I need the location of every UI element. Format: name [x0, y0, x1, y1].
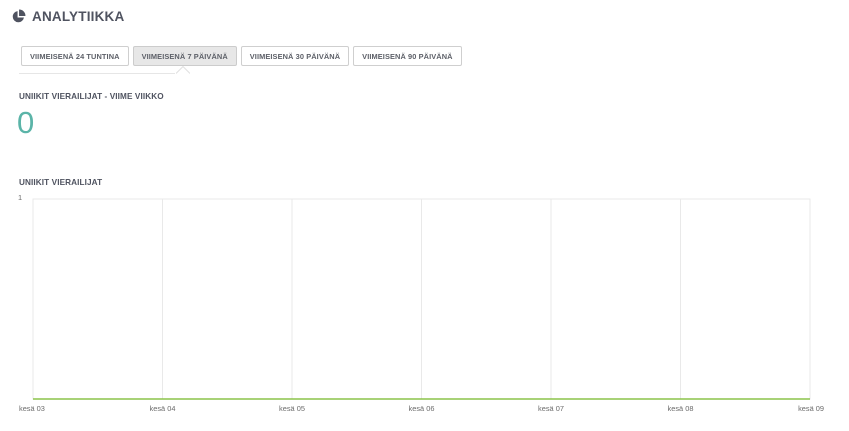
tab-30-days[interactable]: VIIMEISENÄ 30 PÄIVÄNÄ	[240, 46, 350, 66]
summary-value: 0	[17, 105, 35, 140]
x-tick-label: kesä 07	[538, 404, 564, 413]
tab-7-days[interactable]: VIIMEISENÄ 7 PÄIVÄNÄ	[132, 46, 237, 66]
chart-title: UNIIKIT VIERAILIJAT	[19, 178, 103, 187]
summary-label: UNIIKIT VIERAILIJAT - VIIME VIIKKO	[19, 92, 164, 101]
tab-24-hours[interactable]: VIIMEISENÄ 24 TUNTINA	[21, 46, 129, 66]
page-title: ANALYTIIKKA	[32, 8, 125, 24]
page-header: ANALYTIIKKA	[11, 7, 124, 25]
time-range-tabs: VIIMEISENÄ 24 TUNTINA VIIMEISENÄ 7 PÄIVÄ…	[21, 46, 466, 66]
x-tick-label: kesä 09	[798, 404, 824, 413]
x-tick-label: kesä 03	[19, 404, 45, 413]
x-tick-label: kesä 04	[150, 404, 176, 413]
x-tick-label: kesä 06	[409, 404, 435, 413]
active-tab-caret	[176, 66, 190, 74]
tab-underline	[19, 73, 175, 74]
pie-chart-icon	[11, 9, 26, 24]
plot-frame	[32, 198, 811, 400]
y-tick-label: 1	[18, 193, 22, 202]
x-tick-label: kesä 08	[668, 404, 694, 413]
tab-90-days[interactable]: VIIMEISENÄ 90 PÄIVÄNÄ	[353, 46, 462, 66]
x-tick-label: kesä 05	[279, 404, 305, 413]
